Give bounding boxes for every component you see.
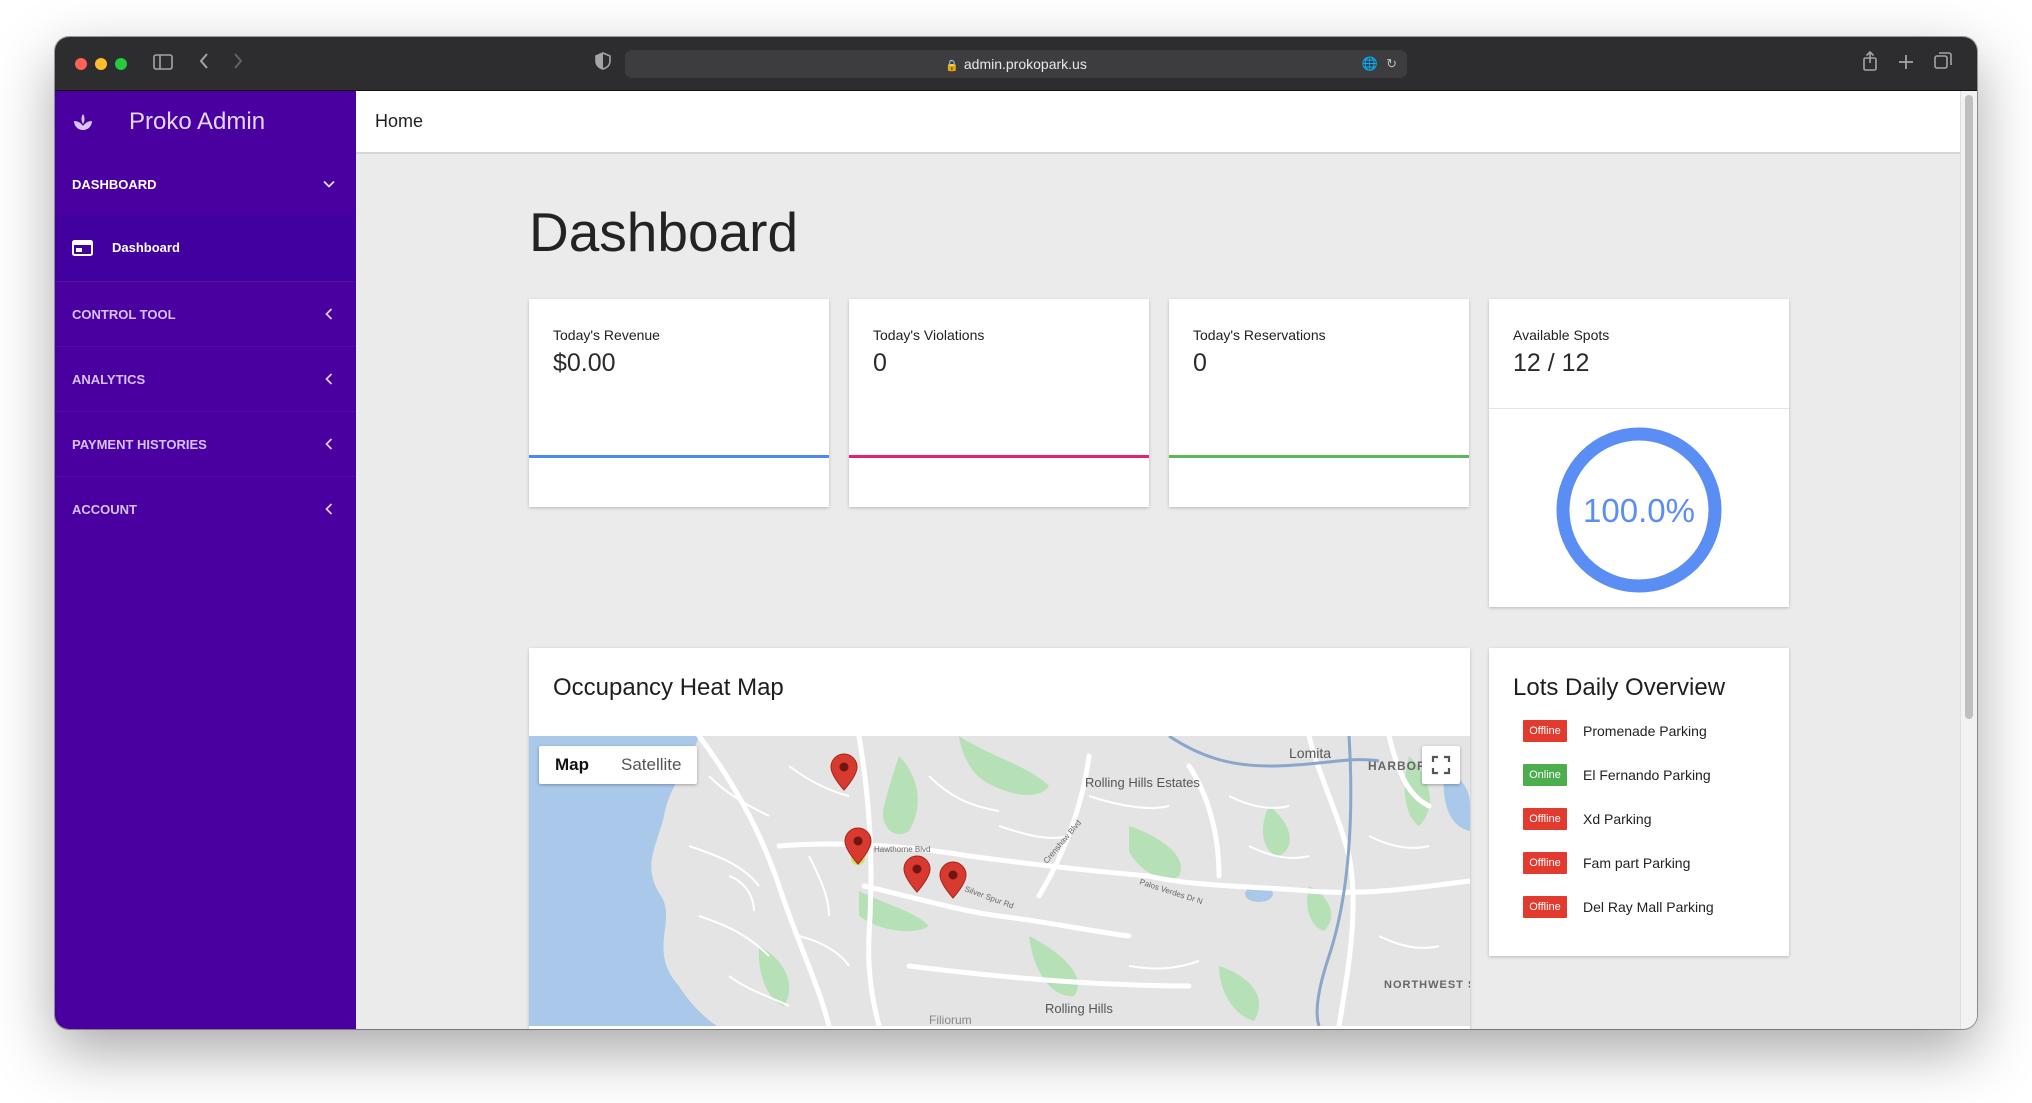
card-title: Lots Daily Overview [1513,674,1726,701]
stat-trend-line [849,455,1149,458]
tab-overview-icon[interactable] [1934,51,1952,77]
brand-name: Proko Admin [129,108,266,135]
main-content: Dashboard Today's Revenue $0.00 Today's … [356,156,1960,1029]
browser-toolbar: 🔒 admin.prokopark.us 🌐 ↻ [55,37,1977,91]
map-label-rolling-hills: Rolling Hills [1045,1001,1113,1016]
fullscreen-icon [1431,755,1451,775]
map-label-northwest: NORTHWEST SAN PEDRO [1384,979,1470,991]
status-badge: Online [1523,764,1567,786]
top-bar: Home [356,91,1960,154]
lock-icon: 🔒 [945,60,959,72]
chevron-left-icon [325,373,333,385]
zoom-window-button[interactable] [115,58,127,70]
sidebar-section-payment-histories[interactable]: PAYMENT HISTORIES [55,411,356,476]
status-badge: Offline [1523,852,1567,874]
scrollbar-thumb[interactable] [1965,95,1973,719]
lot-row[interactable]: Offline Fam part Parking [1523,852,1690,874]
chevron-down-icon [323,180,335,188]
breadcrumb-home[interactable]: Home [375,111,423,132]
forward-icon[interactable] [232,51,244,77]
share-icon[interactable] [1862,50,1878,78]
violations-card: Today's Violations 0 [849,299,1149,507]
translate-icon[interactable]: 🌐 [1362,56,1378,71]
privacy-shield-icon[interactable] [595,51,611,77]
map-label-rolling-hills-estates: Rolling Hills Estates [1085,775,1200,790]
sidebar-section-label: DASHBOARD [72,176,157,192]
map-label-harbor: HARBOR [1368,759,1427,773]
sidebar-section-label: ANALYTICS [72,371,146,387]
map-label-filiorum: Filiorum [929,1013,972,1026]
map-label-lomita: Lomita [1289,745,1331,761]
stat-label: Today's Reservations [1193,327,1326,343]
brand-logo-icon [74,114,92,130]
ring-percent-text: 100.0% [1583,492,1695,529]
sidebar-section-control-tool[interactable]: CONTROL TOOL [55,281,356,346]
new-tab-icon[interactable] [1898,51,1914,77]
map-label-hawthorne: Hawthorne Blvd [874,845,930,854]
stat-value: $0.00 [553,349,616,377]
sidebar-section-label: PAYMENT HISTORIES [72,436,207,452]
status-badge: Offline [1523,896,1567,918]
sidebar-section-analytics[interactable]: ANALYTICS [55,346,356,411]
sidebar-section-label: CONTROL TOOL [72,306,176,322]
lots-daily-overview-card: Lots Daily Overview Offline Promenade Pa… [1489,648,1789,956]
stat-value: 0 [1193,349,1207,377]
reservations-card: Today's Reservations 0 [1169,299,1469,507]
map-type-toggle: Map Satellite [539,746,698,784]
card-divider [1489,408,1789,409]
stat-label: Available Spots [1513,327,1610,343]
sidebar-item-label: Dashboard [112,240,180,255]
lot-name: El Fernando Parking [1583,767,1711,783]
close-window-button[interactable] [75,58,87,70]
sidebar-item-dashboard[interactable]: Dashboard [55,215,356,281]
sidebar-section-account[interactable]: ACCOUNT [55,476,356,541]
chevron-left-icon [325,503,333,515]
lot-name: Del Ray Mall Parking [1583,899,1714,915]
chevron-left-icon [325,308,333,320]
stat-trend-line [529,455,829,458]
lot-row[interactable]: Offline Xd Parking [1523,808,1651,830]
available-spots-card: Available Spots 12 / 12 100.0% [1489,299,1789,607]
lot-name: Promenade Parking [1583,723,1707,739]
sidebar-section-label: ACCOUNT [72,501,137,517]
sidebar: Proko Admin DASHBOARD Dashboard CONTROL … [55,91,356,1029]
lot-row[interactable]: Offline Del Ray Mall Parking [1523,896,1714,918]
stat-value: 0 [873,349,887,377]
brand[interactable]: Proko Admin [55,91,356,153]
stat-label: Today's Violations [873,327,985,343]
browser-window: 🔒 admin.prokopark.us 🌐 ↻ Proko Admin DASHB… [55,37,1977,1029]
url-text: admin.prokopark.us [963,56,1087,72]
stat-trend-line [1169,455,1469,458]
page-scrollbar[interactable] [1960,91,1977,1029]
revenue-card: Today's Revenue $0.00 [529,299,829,507]
address-bar[interactable]: 🔒 admin.prokopark.us 🌐 ↻ [625,50,1407,78]
dashboard-icon [72,239,93,256]
status-badge: Offline [1523,808,1567,830]
status-badge: Offline [1523,720,1567,742]
availability-ring: 100.0% [1556,427,1722,593]
map-type-map-button[interactable]: Map [539,746,605,784]
stat-label: Today's Revenue [553,327,660,343]
fullscreen-button[interactable] [1422,746,1460,784]
map-type-satellite-button[interactable]: Satellite [605,746,697,784]
minimize-window-button[interactable] [95,58,107,70]
lot-name: Xd Parking [1583,811,1652,827]
lot-row[interactable]: Online El Fernando Parking [1523,764,1711,786]
back-icon[interactable] [198,51,210,77]
occupancy-heat-map-card: Occupancy Heat Map Lomita Rolling Hills … [529,648,1470,1029]
stat-value: 12 / 12 [1513,349,1590,377]
chevron-left-icon [325,438,333,450]
sidebar-toggle-icon[interactable] [153,51,173,77]
map-view[interactable]: Lomita Rolling Hills Estates Rolling Hil… [529,736,1470,1026]
lot-name: Fam part Parking [1583,855,1691,871]
page-title: Dashboard [529,201,799,263]
lot-row[interactable]: Offline Promenade Parking [1523,720,1707,742]
sidebar-section-dashboard[interactable]: DASHBOARD [55,153,356,215]
card-title: Occupancy Heat Map [553,674,784,701]
reload-icon[interactable]: ↻ [1386,56,1397,71]
